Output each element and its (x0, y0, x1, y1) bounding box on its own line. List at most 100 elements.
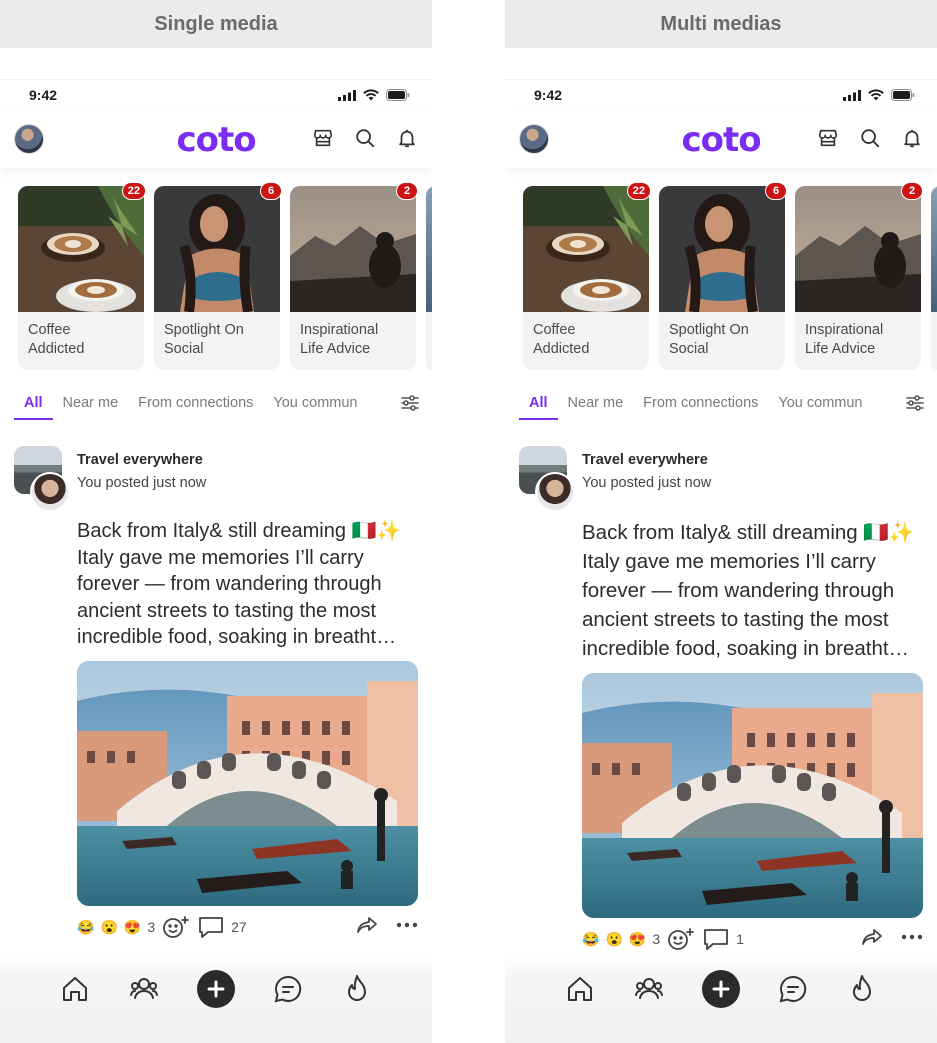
chat-icon[interactable] (272, 973, 304, 1005)
bell-icon[interactable] (396, 127, 418, 149)
story-badge: 22 (626, 182, 651, 200)
reaction-count[interactable]: 3 (652, 931, 660, 947)
post-media[interactable] (77, 660, 418, 906)
story-thumbnail (659, 186, 785, 312)
shop-icon[interactable] (312, 127, 334, 149)
status-bar: 9:42 (505, 80, 937, 110)
reaction-emoji: 😍 (628, 931, 647, 947)
post-line: Italy gave me memories I’ll carry (582, 550, 876, 573)
story-card[interactable]: Coffee Addicted 22 (523, 182, 651, 370)
tab-near-me[interactable]: Near me (53, 378, 129, 428)
story-title: Life Advice (805, 341, 876, 357)
trending-flame-icon[interactable] (846, 973, 878, 1005)
post-line: incredible food, soaking in breatht… (582, 637, 910, 660)
post-line: ancient streets to tasting the most (582, 608, 889, 631)
story-title: Addicted (28, 341, 85, 357)
tab-near-me[interactable]: Near me (558, 378, 634, 428)
status-bar: 9:42 (0, 80, 432, 110)
story-thumbnail (154, 186, 280, 312)
coto-logo: coto (176, 120, 256, 160)
story-card[interactable]: Spotlight On Social 6 (659, 182, 787, 370)
story-badge: 22 (121, 182, 146, 200)
add-reaction-icon[interactable] (666, 926, 696, 952)
plus-icon (712, 980, 730, 998)
status-time: 9:42 (29, 87, 58, 103)
story-thumbnail (18, 186, 144, 312)
post-media[interactable] (582, 673, 923, 918)
tab-all[interactable]: All (14, 378, 53, 428)
chat-icon[interactable] (777, 973, 809, 1005)
post-line: ancient streets to tasting the most (77, 599, 377, 622)
post-meta: You posted just now (582, 475, 712, 491)
stories-row: Coffee Addicted 22 Spotlight On Social 6 I… (0, 168, 432, 378)
feed-post: Travel everywhere You posted just now Ba… (505, 428, 937, 960)
user-avatar[interactable] (30, 472, 70, 512)
comment-icon[interactable] (702, 927, 730, 951)
story-thumbnail (523, 186, 649, 312)
share-icon[interactable] (356, 916, 378, 934)
post-line: Back from Italy& still dreaming 🇮🇹✨ (582, 521, 915, 544)
post-line: forever — from wandering through (77, 573, 382, 595)
tab-from-connections[interactable]: From connections (633, 378, 768, 428)
tab-your-communities[interactable]: You commun (263, 378, 367, 428)
home-icon[interactable] (59, 973, 91, 1005)
post-body[interactable]: Back from Italy& still dreaming 🇮🇹✨ Ital… (77, 518, 418, 651)
signal-icon (843, 89, 861, 101)
post-line: forever — from wandering through (582, 579, 895, 602)
tab-from-connections[interactable]: From connections (128, 378, 263, 428)
post-group-name[interactable]: Travel everywhere (582, 452, 708, 468)
reaction-emoji: 😂 (77, 918, 95, 935)
tab-your-communities[interactable]: You commun (768, 378, 872, 428)
create-post-button[interactable] (196, 970, 235, 1008)
story-title: Spotlight On (669, 322, 749, 338)
story-title: Spotlight On (164, 322, 244, 338)
story-card[interactable]: Spotlight On Social 6 (154, 182, 282, 370)
story-card[interactable]: Inspirational Life Advice 2 (795, 182, 923, 370)
home-icon[interactable] (564, 973, 596, 1005)
post-body[interactable]: Back from Italy& still dreaming 🇮🇹✨ Ital… (582, 518, 923, 663)
profile-avatar[interactable] (519, 124, 549, 154)
share-icon[interactable] (861, 928, 883, 946)
create-post-button[interactable] (701, 970, 740, 1008)
more-options-icon[interactable] (901, 934, 923, 940)
post-actions: 😂 😮 😍 3 1 (582, 918, 923, 960)
shop-icon[interactable] (817, 127, 839, 149)
story-title: Addicted (533, 341, 590, 357)
comment-count[interactable]: 1 (736, 931, 744, 947)
feed-tabs: All Near me From connections You commun (0, 378, 432, 428)
filter-icon[interactable] (400, 394, 420, 412)
plus-icon (207, 980, 225, 998)
signal-icon (338, 89, 356, 101)
bottom-nav (505, 955, 937, 1043)
community-icon[interactable] (633, 973, 665, 1005)
bell-icon[interactable] (901, 127, 923, 149)
battery-icon (386, 89, 410, 101)
more-options-icon[interactable] (396, 922, 418, 928)
story-badge: 6 (765, 182, 787, 200)
community-icon[interactable] (128, 973, 160, 1005)
comment-icon[interactable] (197, 915, 225, 939)
coto-logo: coto (681, 120, 761, 160)
trending-flame-icon[interactable] (341, 973, 373, 1005)
story-badge: 2 (901, 182, 923, 200)
profile-avatar[interactable] (14, 124, 44, 154)
user-avatar[interactable] (535, 472, 575, 512)
story-title: Social (669, 341, 709, 357)
post-group-name[interactable]: Travel everywhere (77, 452, 203, 468)
status-time: 9:42 (534, 87, 563, 103)
panel-title: Single media (0, 0, 432, 48)
add-reaction-icon[interactable] (161, 914, 191, 940)
app-bar: coto (0, 110, 432, 168)
tab-all[interactable]: All (519, 378, 558, 428)
filter-icon[interactable] (905, 394, 925, 412)
story-badge: 6 (260, 182, 282, 200)
search-icon[interactable] (859, 127, 881, 149)
story-card[interactable]: Coffee Addicted 22 (18, 182, 146, 370)
reaction-count[interactable]: 3 (147, 919, 155, 935)
search-icon[interactable] (354, 127, 376, 149)
story-title: Social (164, 341, 204, 357)
battery-icon (891, 89, 915, 101)
story-card-partial[interactable] (931, 186, 937, 370)
story-card[interactable]: Inspirational Life Advice 2 (290, 182, 418, 370)
comment-count[interactable]: 27 (231, 919, 247, 935)
